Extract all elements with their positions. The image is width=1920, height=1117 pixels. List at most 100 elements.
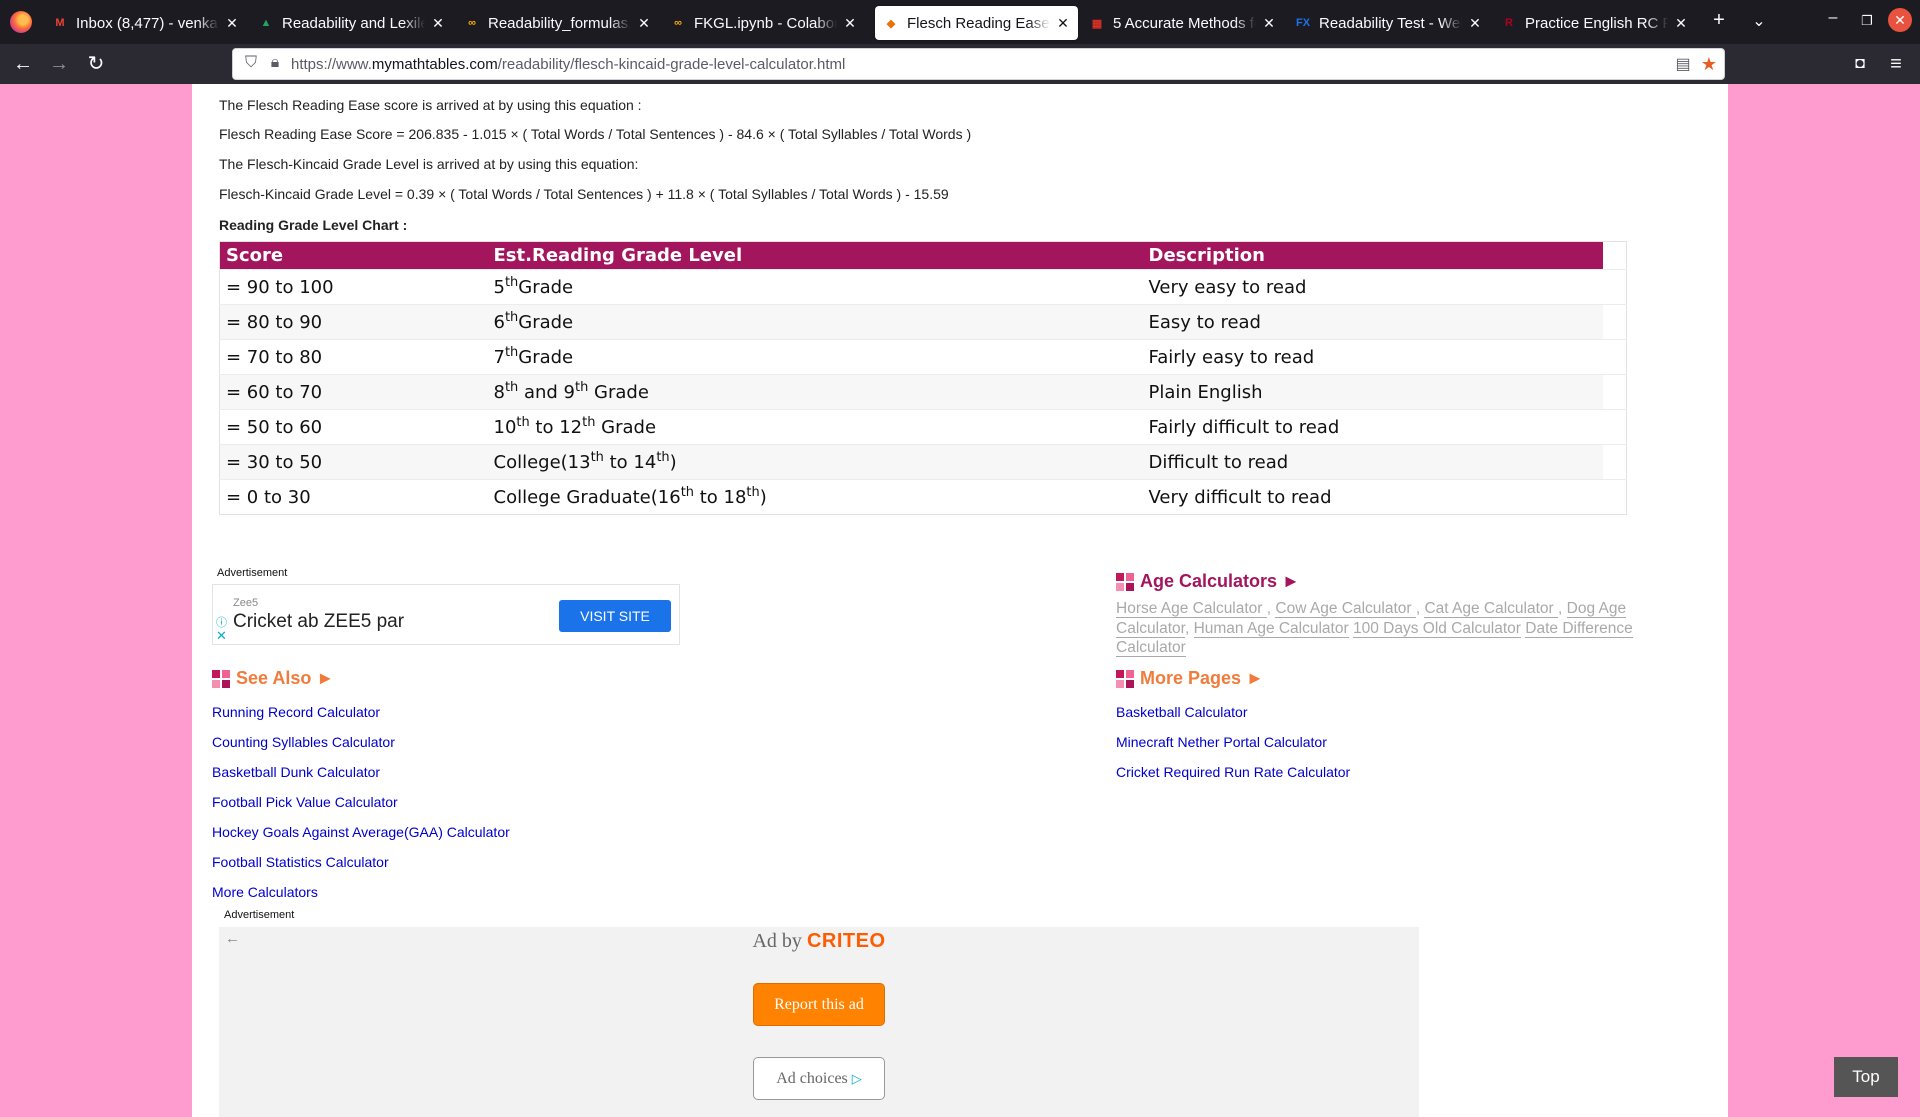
see-also-link[interactable]: Basketball Dunk Calculator [212,764,380,780]
age-calculators-heading[interactable]: Age Calculators ► [1116,571,1300,592]
list-item: Cricket Required Run Rate Calculator [1116,764,1350,794]
more-pages-link[interactable]: Basketball Calculator [1116,704,1248,720]
grade-cell: College(13th to 14th) [487,444,1143,480]
description-cell: Plain English [1142,374,1603,410]
description-cell: Very easy to read [1142,269,1603,305]
report-ad-button[interactable]: Report this ad [753,983,885,1026]
section-icon [1116,572,1134,591]
new-tab-icon[interactable]: + [1706,9,1732,32]
ad-close-icon[interactable]: ✕ [216,628,227,644]
close-tab-icon[interactable]: ✕ [1056,15,1070,32]
close-tab-icon[interactable]: ✕ [637,15,651,32]
minimize-icon[interactable]: – [1820,9,1846,27]
browser-tab[interactable]: ∞ Readability_formulas.i ✕ [456,6,659,40]
link-separator: , [1558,600,1567,617]
see-also-link[interactable]: Counting Syllables Calculator [212,734,395,750]
eq-grade-level: Flesch-Kincaid Grade Level = 0.39 × ( To… [219,186,949,202]
google-drive-icon: ▲ [260,17,272,29]
pocket-icon[interactable]: ◘ [1847,51,1873,77]
close-window-icon[interactable]: ✕ [1888,8,1912,32]
eq-reading-ease: Flesch Reading Ease Score = 206.835 - 1.… [219,126,972,142]
browser-tab[interactable]: ∞ FKGL.ipynb - Colaborat ✕ [662,6,865,40]
see-also-list: Running Record Calculator Counting Syllab… [212,704,510,914]
see-also-heading[interactable]: See Also ► [212,668,334,689]
list-all-tabs-icon[interactable]: ⌄ [1746,11,1772,31]
lock-icon[interactable]: 🔒︎ [265,54,285,72]
table-spacer [1602,444,1627,480]
see-also-link[interactable]: More Calculators [212,884,318,900]
column-header-score: Score [219,241,488,270]
criteo-ad[interactable]: ← Ad by CRITEO Report this ad Ad choices… [219,927,1419,1117]
reader-view-icon[interactable]: ▤ [1673,54,1693,74]
column-header-description: Description [1142,241,1603,270]
ad-choices-button[interactable]: Ad choices ▷ [753,1057,885,1100]
close-tab-icon[interactable]: ✕ [1262,15,1276,32]
description-cell: Difficult to read [1142,444,1603,480]
more-pages-link[interactable]: Cricket Required Run Rate Calculator [1116,764,1350,780]
url-bar[interactable]: ⛉ 🔒︎ https://www.mymathtables.com/readab… [232,48,1725,80]
tracking-shield-icon[interactable]: ⛉ [241,54,261,72]
age-calculator-link[interactable]: Horse Age Calculator [1116,600,1267,618]
more-pages-link[interactable]: Minecraft Nether Portal Calculator [1116,734,1327,750]
close-tab-icon[interactable]: ✕ [431,15,445,32]
close-tab-icon[interactable]: ✕ [1674,15,1688,32]
eq-intro-grade-level: The Flesch-Kincaid Grade Level is arrive… [219,156,639,172]
list-item: Hockey Goals Against Average(GAA) Calcul… [212,824,510,854]
tab-title: Practice English RC Pa [1525,14,1668,32]
see-also-heading-text[interactable]: See Also ► [236,668,334,689]
age-calculator-link[interactable]: Cat Age Calculator [1424,600,1559,618]
grade-cell: 6thGrade [487,304,1143,340]
table-row: = 80 to 90 6thGrade Easy to read [219,304,1627,340]
back-icon[interactable]: ← [10,51,36,77]
list-item: Football Pick Value Calculator [212,794,510,824]
url-text[interactable]: https://www.mymathtables.com/readability… [291,56,845,73]
see-also-link[interactable]: Hockey Goals Against Average(GAA) Calcul… [212,824,510,840]
description-cell: Easy to read [1142,304,1603,340]
table-row: = 0 to 30 College Graduate(16th to 18th) V… [219,479,1627,515]
more-pages-heading-text[interactable]: More Pages ► [1140,668,1264,689]
visit-site-button[interactable]: VISIT SITE [559,600,671,632]
close-tab-icon[interactable]: ✕ [1468,15,1482,32]
tab-title: 5 Accurate Methods fo [1113,14,1256,32]
close-tab-icon[interactable]: ✕ [843,15,857,32]
zee5-ad[interactable]: Zee5 Cricket ab ZEE5 par VISIT SITE ⓘ ✕ [212,584,680,645]
grade-cell: 7thGrade [487,339,1143,375]
description-cell: Fairly difficult to read [1142,409,1603,445]
browser-tab[interactable]: ▦ 5 Accurate Methods fo ✕ [1081,6,1284,40]
eq-intro-reading-ease: The Flesch Reading Ease score is arrived… [219,97,642,113]
age-calculator-link[interactable]: Human Age Calculator [1193,619,1349,638]
scroll-top-button[interactable]: Top [1834,1057,1898,1097]
site-icon: ◆ [886,17,896,30]
browser-tab[interactable]: ◆ Flesch Reading Ease Fl ✕ [875,6,1078,40]
browser-tab[interactable]: R Practice English RC Pa ✕ [1493,6,1696,40]
list-item: Running Record Calculator [212,704,510,734]
page-content: The Flesch Reading Ease score is arrived… [192,84,1728,1117]
more-pages-heading[interactable]: More Pages ► [1116,668,1264,689]
forward-icon[interactable]: → [46,51,72,77]
see-also-link[interactable]: Running Record Calculator [212,704,380,720]
menu-icon[interactable]: ≡ [1883,51,1909,77]
grade-chart-heading: Reading Grade Level Chart : [219,217,408,233]
bookmark-star-icon[interactable]: ★ [1699,54,1719,75]
firefox-icon[interactable] [10,11,32,33]
see-also-link[interactable]: Football Pick Value Calculator [212,794,398,810]
restore-icon[interactable]: ❐ [1854,13,1880,29]
browser-tab[interactable]: ▲ Readability and Lexile ✕ [250,6,453,40]
reload-icon[interactable]: ↻ [83,51,109,77]
browser-tab[interactable]: M Inbox (8,477) - venkats ✕ [44,6,247,40]
grade-cell: 8th and 9th Grade [487,374,1143,410]
age-calculator-link[interactable]: 100 Days Old Calculator [1352,619,1521,638]
browser-tab[interactable]: FX Readability Test - Webf ✕ [1287,6,1490,40]
age-calculator-link[interactable]: Cow Age Calculator [1275,600,1416,618]
age-calculators-heading-text[interactable]: Age Calculators ► [1140,571,1300,592]
see-also-link[interactable]: Football Statistics Calculator [212,854,389,870]
table-row: = 30 to 50 College(13th to 14th) Difficult… [219,444,1627,480]
list-item: Basketball Dunk Calculator [212,764,510,794]
description-cell: Fairly easy to read [1142,339,1603,375]
grade-cell: College Graduate(16th to 18th) [487,479,1143,515]
close-tab-icon[interactable]: ✕ [225,15,239,32]
ad-title[interactable]: Cricket ab ZEE5 par [233,611,404,633]
ad-choices-icon: ▷ [851,1071,862,1086]
score-cell: = 70 to 80 [219,339,488,375]
ad-by-criteo[interactable]: Ad by CRITEO [219,930,1419,953]
